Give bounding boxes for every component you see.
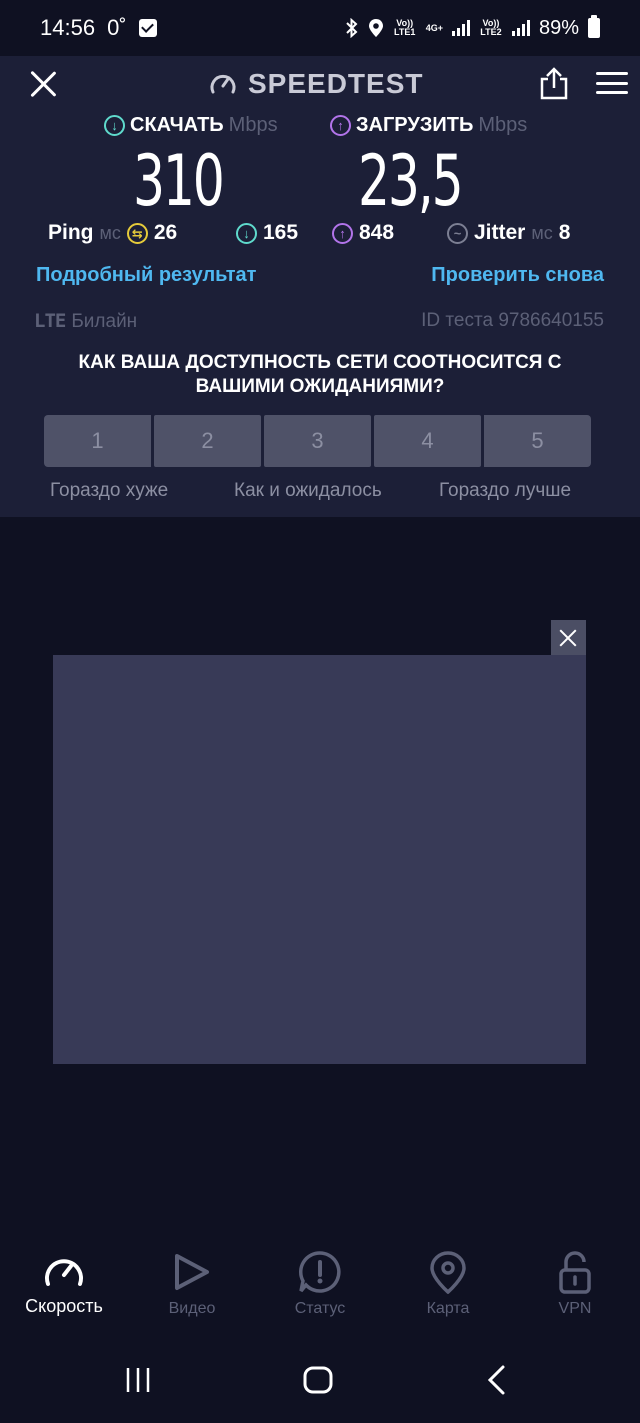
jitter: ~ Jitter мс 8 (447, 221, 570, 245)
app-title: SPEEDTEST (248, 68, 424, 99)
bottom-navigation: Скорость Видео Статус Карта VPN (0, 1244, 640, 1334)
download-speed-value: 310 (133, 140, 225, 222)
nav-label-speed: Скорость (25, 1296, 103, 1316)
network-type-label: 4G+ (425, 22, 443, 33)
bluetooth-icon (345, 18, 358, 38)
back-icon[interactable] (484, 1364, 510, 1396)
download-unit: Mbps (228, 114, 278, 136)
lock-open-icon (559, 1251, 591, 1294)
nav-item-map[interactable]: Карта (388, 1244, 508, 1318)
rating-label-mid: Как и ожидалось (234, 480, 382, 501)
rating-button-4[interactable]: 4 (374, 415, 481, 467)
rating-button-3[interactable]: 3 (264, 415, 371, 467)
ping-label: Ping (48, 221, 94, 244)
sim1-volte-label: Vo)) LTE1 (394, 18, 416, 37)
speedometer-icon (45, 1259, 83, 1286)
sim2-volte-label: Vo)) LTE2 (480, 18, 502, 37)
upload-header: ↑ ЗАГРУЗИТЬ Mbps (330, 114, 527, 137)
ping-unit: мс (99, 222, 121, 243)
download-latency-icon: ↓ (236, 222, 257, 244)
provider-name: Билайн (71, 311, 138, 332)
rating-scale: 1 2 3 4 5 (44, 415, 591, 467)
network-type: LTE (34, 310, 66, 332)
survey-question: КАК ВАША ДОСТУПНОСТЬ СЕТИ СООТНОСИТСЯ С … (78, 352, 562, 397)
system-navigation-bar (0, 1340, 640, 1423)
nav-item-status[interactable]: Статус (260, 1244, 380, 1318)
nav-label-vpn: VPN (558, 1300, 592, 1317)
close-icon[interactable] (28, 69, 58, 99)
jitter-wave-icon: ~ (447, 222, 468, 244)
signal-strength-2-icon (511, 20, 530, 36)
nav-label-video: Видео (168, 1300, 216, 1317)
app-logo: SPEEDTEST (208, 68, 423, 100)
jitter-label: Jitter (474, 221, 526, 244)
result-panel: SPEEDTEST ↓ СКАЧАТЬ Mbps ↑ ЗАГРУЗИТЬ Mbp… (0, 56, 640, 517)
battery-percent: 89% (538, 16, 579, 39)
latency-row: Ping мс ⇆ 26 ↓ 165 ↑ 848 ~ Jitter мс 8 (0, 221, 640, 251)
nav-item-vpn[interactable]: VPN (515, 1244, 635, 1318)
nav-item-speed[interactable]: Скорость (4, 1244, 124, 1317)
play-icon (175, 1254, 209, 1290)
home-icon[interactable] (302, 1365, 334, 1395)
ping-upload-value: 848 (359, 221, 395, 244)
ping-download: ↓ 165 (236, 221, 298, 245)
rating-label-low: Гораздо хуже (50, 480, 169, 501)
ping-idle-value: 26 (153, 221, 178, 244)
map-pin-icon (430, 1251, 466, 1294)
idle-latency-icon: ⇆ (126, 222, 148, 244)
status-temperature: 0˚ (107, 15, 127, 40)
battery-icon (588, 15, 600, 38)
alert-bubble-icon (299, 1251, 341, 1293)
status-time: 14:56 (40, 15, 96, 40)
share-icon[interactable] (538, 66, 570, 100)
recent-apps-icon[interactable] (124, 1366, 154, 1394)
rating-button-2[interactable]: 2 (154, 415, 261, 467)
hamburger-menu-icon[interactable] (596, 72, 628, 94)
ad-banner[interactable] (53, 655, 586, 1064)
rating-button-5[interactable]: 5 (484, 415, 591, 467)
upload-label: ЗАГРУЗИТЬ (356, 114, 474, 136)
upload-latency-icon: ↑ (332, 222, 353, 244)
nav-item-video[interactable]: Видео (132, 1244, 252, 1318)
ad-close-button[interactable] (551, 620, 586, 655)
provider-info: LTE Билайн (34, 310, 137, 333)
test-id: ID теста 9786640155 (421, 310, 604, 331)
gauge-logo-icon (210, 74, 236, 94)
upload-unit: Mbps (478, 114, 528, 136)
location-icon (368, 19, 383, 37)
top-app-bar: SPEEDTEST (0, 56, 640, 112)
jitter-unit: мс (531, 222, 553, 243)
ping-idle: Ping мс ⇆ 26 (48, 221, 177, 245)
test-again-link[interactable]: Проверить снова (431, 264, 604, 287)
upload-arrow-icon: ↑ (330, 115, 351, 136)
download-header: ↓ СКАЧАТЬ Mbps (104, 114, 278, 137)
rating-button-1[interactable]: 1 (44, 415, 151, 467)
upload-speed-value: 23,5 (358, 140, 464, 222)
detailed-result-link[interactable]: Подробный результат (36, 264, 256, 287)
jitter-value: 8 (558, 221, 571, 244)
ping-download-value: 165 (263, 221, 299, 244)
nav-label-status: Статус (294, 1300, 346, 1317)
rating-label-high: Гораздо лучше (439, 480, 572, 501)
download-arrow-icon: ↓ (104, 115, 125, 136)
ping-upload: ↑ 848 (332, 221, 394, 245)
status-bar: 14:56 0˚ Vo)) LTE1 4G+ Vo)) LTE2 89% (0, 0, 640, 56)
signal-strength-icon (451, 20, 470, 36)
nav-label-map: Карта (426, 1300, 470, 1317)
download-label: СКАЧАТЬ (130, 114, 224, 136)
checkbox-notification-icon (138, 19, 157, 37)
